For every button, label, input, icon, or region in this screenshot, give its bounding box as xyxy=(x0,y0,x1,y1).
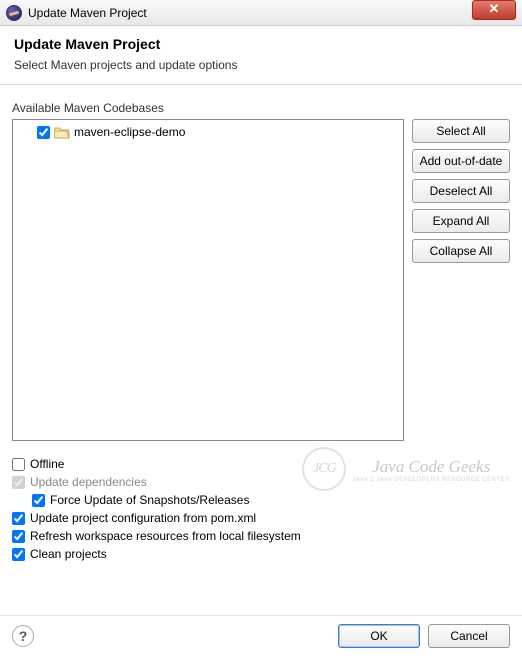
ok-button[interactable]: OK xyxy=(338,624,420,648)
update-config-label: Update project configuration from pom.xm… xyxy=(30,511,256,525)
dialog-footer: ? OK Cancel xyxy=(0,615,522,656)
update-dependencies-checkbox xyxy=(12,476,25,489)
close-button[interactable]: ✕ xyxy=(472,0,516,20)
refresh-workspace-option[interactable]: Refresh workspace resources from local f… xyxy=(12,529,510,543)
force-update-checkbox[interactable] xyxy=(32,494,45,507)
update-dependencies-option: Update dependencies xyxy=(12,475,510,489)
collapse-all-button[interactable]: Collapse All xyxy=(412,239,510,263)
cancel-button[interactable]: Cancel xyxy=(428,624,510,648)
force-update-option[interactable]: Force Update of Snapshots/Releases xyxy=(12,493,510,507)
eclipse-icon xyxy=(6,5,22,21)
main-content: Available Maven Codebases maven-eclipse-… xyxy=(0,85,522,441)
titlebar: Update Maven Project ✕ xyxy=(0,0,522,26)
options-group: JCG Java Code Geeks JAVA 2 JAVA DEVELOPE… xyxy=(0,441,522,561)
available-codebases-label: Available Maven Codebases xyxy=(12,101,510,115)
refresh-workspace-checkbox[interactable] xyxy=(12,530,25,543)
dialog-header: Update Maven Project Select Maven projec… xyxy=(0,26,522,85)
update-dependencies-label: Update dependencies xyxy=(30,475,147,489)
offline-label: Offline xyxy=(30,457,64,471)
update-config-option[interactable]: Update project configuration from pom.xm… xyxy=(12,511,510,525)
help-icon[interactable]: ? xyxy=(12,625,34,647)
clean-projects-label: Clean projects xyxy=(30,547,107,561)
deselect-all-button[interactable]: Deselect All xyxy=(412,179,510,203)
tree-item[interactable]: maven-eclipse-demo xyxy=(19,124,397,139)
force-update-label: Force Update of Snapshots/Releases xyxy=(50,493,249,507)
clean-projects-option[interactable]: Clean projects xyxy=(12,547,510,561)
select-all-button[interactable]: Select All xyxy=(412,119,510,143)
tree-item-label: maven-eclipse-demo xyxy=(74,125,185,139)
clean-projects-checkbox[interactable] xyxy=(12,548,25,561)
tree-item-checkbox[interactable] xyxy=(37,126,50,139)
window-title: Update Maven Project xyxy=(28,6,147,20)
project-folder-icon xyxy=(54,126,70,139)
tree-buttons: Select All Add out-of-date Deselect All … xyxy=(412,119,510,441)
page-subtitle: Select Maven projects and update options xyxy=(14,58,508,72)
add-out-of-date-button[interactable]: Add out-of-date xyxy=(412,149,510,173)
refresh-workspace-label: Refresh workspace resources from local f… xyxy=(30,529,301,543)
project-tree[interactable]: maven-eclipse-demo xyxy=(12,119,404,441)
page-title: Update Maven Project xyxy=(14,36,508,52)
offline-option[interactable]: Offline xyxy=(12,457,510,471)
offline-checkbox[interactable] xyxy=(12,458,25,471)
update-config-checkbox[interactable] xyxy=(12,512,25,525)
expand-all-button[interactable]: Expand All xyxy=(412,209,510,233)
